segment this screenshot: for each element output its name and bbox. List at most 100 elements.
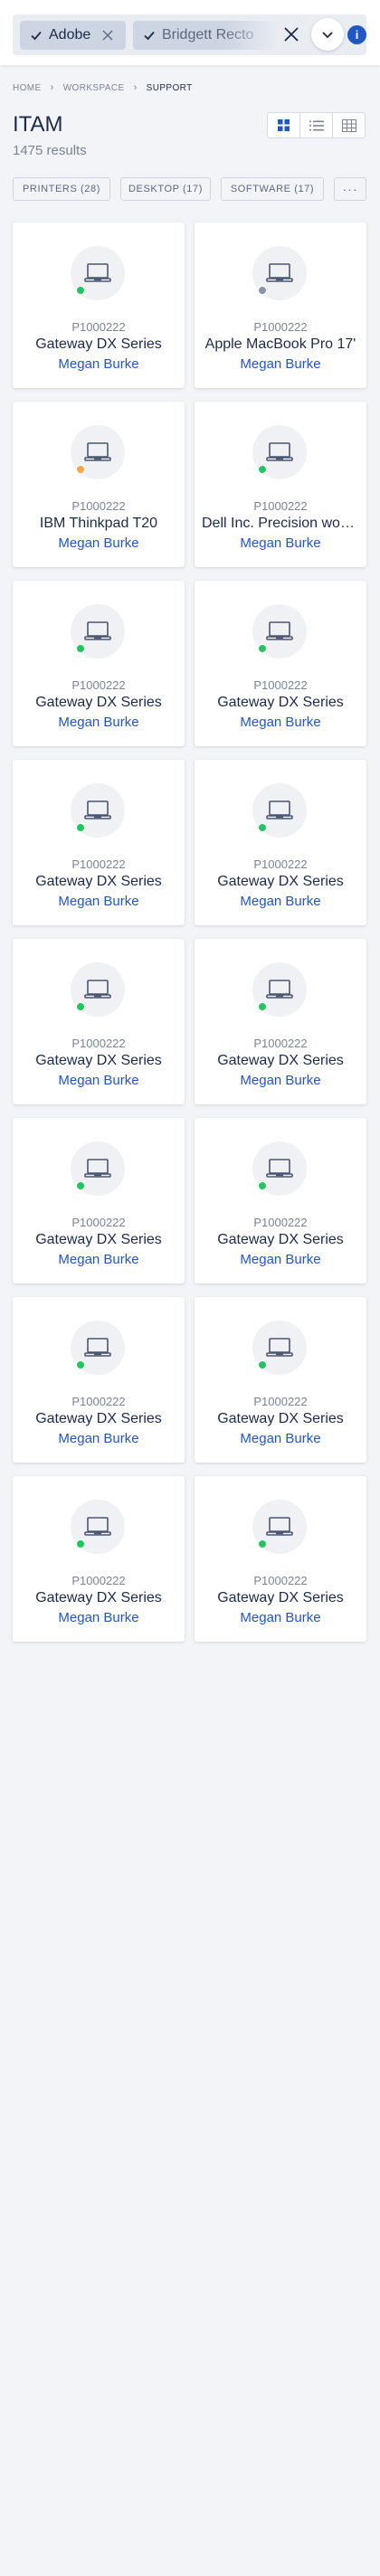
status-dot xyxy=(76,1360,85,1369)
asset-name: Gateway DX Series xyxy=(35,1590,162,1605)
close-icon[interactable] xyxy=(101,29,114,42)
grid-view-icon xyxy=(278,119,290,131)
chevron-right-icon: › xyxy=(50,82,54,93)
asset-card[interactable]: P1000222 Gateway DX Series Megan Burke xyxy=(13,223,185,388)
status-dot xyxy=(76,1002,85,1011)
asset-owner-link[interactable]: Megan Burke xyxy=(195,1252,366,1267)
asset-card[interactable]: P1000222 Gateway DX Series Megan Burke xyxy=(195,1476,366,1642)
asset-card[interactable]: P1000222 Gateway DX Series Megan Burke xyxy=(13,1476,185,1642)
asset-card[interactable]: P1000222 Gateway DX Series Megan Burke xyxy=(195,1118,366,1283)
asset-name: Apple MacBook Pro 17' xyxy=(204,336,356,352)
asset-id: P1000222 xyxy=(253,857,308,871)
laptop-icon xyxy=(266,621,293,640)
asset-owner-link[interactable]: Megan Burke xyxy=(195,894,366,909)
asset-owner-link[interactable]: Megan Burke xyxy=(13,1252,185,1267)
asset-id: P1000222 xyxy=(253,1216,308,1229)
list-view-button[interactable] xyxy=(300,113,333,137)
laptop-icon xyxy=(84,621,111,640)
status-dot xyxy=(258,1181,267,1190)
category-desktop[interactable]: DESKTOP (17) xyxy=(120,177,211,201)
filter-chip-label: Adobe xyxy=(49,26,91,43)
asset-id: P1000222 xyxy=(71,1037,126,1050)
asset-card[interactable]: P1000222 Gateway DX Series Megan Burke xyxy=(13,760,185,925)
category-printers[interactable]: PRINTERS (28) xyxy=(13,177,110,201)
info-badge[interactable]: i xyxy=(347,25,366,44)
asset-id: P1000222 xyxy=(253,1574,308,1587)
asset-owner-link[interactable]: Megan Burke xyxy=(13,715,185,730)
active-filter-strip: Adobe Bridgett Recto i xyxy=(13,14,366,55)
status-dot xyxy=(258,644,267,653)
status-dot xyxy=(258,1539,267,1548)
asset-card[interactable]: P1000222 Gateway DX Series Megan Burke xyxy=(13,939,185,1104)
filter-chip-adobe[interactable]: Adobe xyxy=(20,20,126,50)
asset-name: Gateway DX Series xyxy=(217,1590,344,1605)
asset-id: P1000222 xyxy=(71,1395,126,1408)
asset-card[interactable]: P1000222 Gateway DX Series Megan Burke xyxy=(13,1297,185,1463)
asset-owner-link[interactable]: Megan Burke xyxy=(13,894,185,909)
laptop-icon xyxy=(266,980,293,999)
asset-id: P1000222 xyxy=(253,678,308,692)
asset-name: Gateway DX Series xyxy=(35,1053,162,1068)
asset-name: Gateway DX Series xyxy=(35,695,162,710)
asset-name: IBM Thinkpad T20 xyxy=(39,516,158,531)
asset-card[interactable]: P1000222 Gateway DX Series Megan Burke xyxy=(13,1118,185,1283)
breadcrumb-support: SUPPORT xyxy=(146,82,193,93)
laptop-icon xyxy=(266,442,293,461)
laptop-icon xyxy=(84,1338,111,1357)
results-count: 1475 results xyxy=(13,143,87,158)
asset-card[interactable]: P1000222 IBM Thinkpad T20 Megan Burke xyxy=(13,402,185,567)
asset-owner-link[interactable]: Megan Burke xyxy=(195,715,366,730)
asset-owner-link[interactable]: Megan Burke xyxy=(195,356,366,372)
asset-owner-link[interactable]: Megan Burke xyxy=(13,1073,185,1088)
asset-card[interactable]: P1000222 Gateway DX Series Megan Burke xyxy=(195,939,366,1104)
laptop-icon xyxy=(266,263,293,282)
category-filter-row: PRINTERS (28) DESKTOP (17) SOFTWARE (17)… xyxy=(13,177,366,201)
asset-id: P1000222 xyxy=(253,320,308,334)
breadcrumb-home[interactable]: HOME xyxy=(13,83,42,93)
asset-owner-link[interactable]: Megan Burke xyxy=(13,1610,185,1625)
asset-owner-link[interactable]: Megan Burke xyxy=(195,1610,366,1625)
asset-card[interactable]: P1000222 Gateway DX Series Megan Burke xyxy=(13,581,185,746)
chevron-right-icon: › xyxy=(133,82,138,93)
asset-card[interactable]: P1000222 Dell Inc. Precision workstation M… xyxy=(195,402,366,567)
breadcrumb: HOME › WORKSPACE › SUPPORT xyxy=(13,81,193,94)
filter-chip-bridgett[interactable]: Bridgett Recto xyxy=(133,20,278,50)
asset-id: P1000222 xyxy=(253,499,308,513)
asset-name: Gateway DX Series xyxy=(217,1411,344,1426)
asset-id: P1000222 xyxy=(71,678,126,692)
table-view-button[interactable] xyxy=(333,113,365,137)
asset-card[interactable]: P1000222 Gateway DX Series Megan Burke xyxy=(195,1297,366,1463)
check-icon xyxy=(144,31,155,40)
status-dot xyxy=(258,286,267,295)
clear-filters-close-icon[interactable] xyxy=(282,25,300,43)
asset-card-grid: P1000222 Gateway DX Series Megan Burke P100… xyxy=(13,223,366,1642)
asset-card[interactable]: P1000222 Gateway DX Series Megan Burke xyxy=(195,760,366,925)
status-dot xyxy=(76,1539,85,1548)
laptop-icon xyxy=(266,800,293,819)
asset-owner-link[interactable]: Megan Burke xyxy=(195,535,366,551)
asset-card[interactable]: P1000222 Apple MacBook Pro 17' Megan Burke xyxy=(195,223,366,388)
status-dot xyxy=(76,465,85,474)
asset-owner-link[interactable]: Megan Burke xyxy=(195,1073,366,1088)
filter-header: Adobe Bridgett Recto i xyxy=(0,0,380,65)
asset-owner-link[interactable]: Megan Burke xyxy=(13,1431,185,1446)
status-dot xyxy=(76,286,85,295)
status-dot xyxy=(258,823,267,832)
more-categories-button[interactable]: ··· xyxy=(334,177,366,201)
asset-owner-link[interactable]: Megan Burke xyxy=(13,356,185,372)
asset-card[interactable]: P1000222 Gateway DX Series Megan Burke xyxy=(195,581,366,746)
asset-name: Gateway DX Series xyxy=(217,1053,344,1068)
asset-id: P1000222 xyxy=(71,499,126,513)
category-software[interactable]: SOFTWARE (17) xyxy=(221,177,324,201)
grid-view-button[interactable] xyxy=(268,113,300,137)
asset-id: P1000222 xyxy=(71,1216,126,1229)
asset-name: Gateway DX Series xyxy=(35,1232,162,1247)
list-view-icon xyxy=(309,120,324,130)
asset-name: Gateway DX Series xyxy=(217,874,344,889)
asset-owner-link[interactable]: Megan Burke xyxy=(13,535,185,551)
asset-name: Dell Inc. Precision workstation xyxy=(202,516,359,531)
expand-filters-button[interactable] xyxy=(311,18,344,51)
breadcrumb-workspace[interactable]: WORKSPACE xyxy=(63,83,125,93)
asset-owner-link[interactable]: Megan Burke xyxy=(195,1431,366,1446)
status-dot xyxy=(258,1360,267,1369)
